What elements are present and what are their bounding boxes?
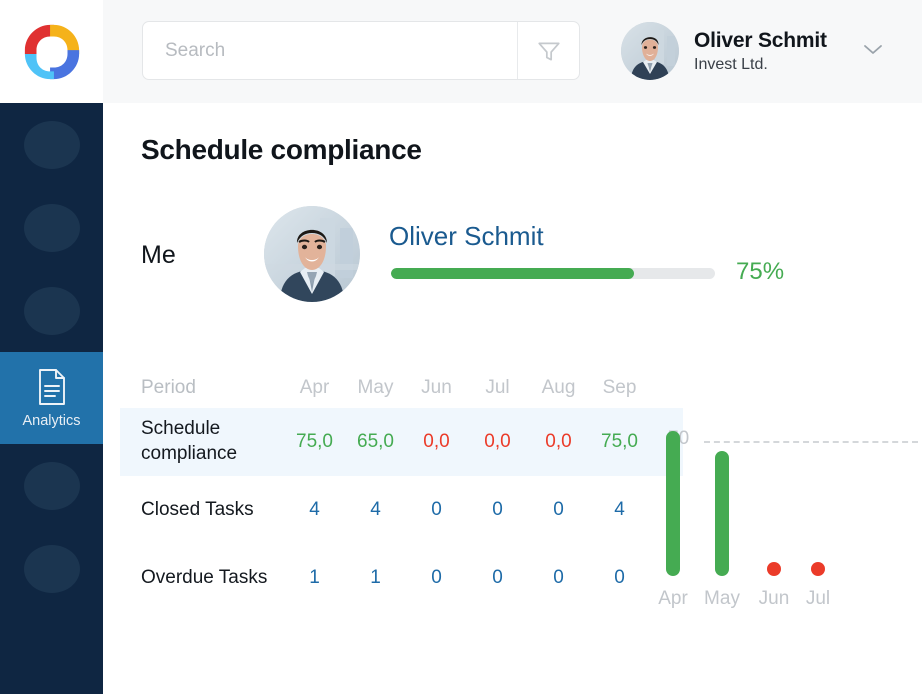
sidebar-item-6[interactable] (0, 527, 103, 610)
compliance-bar-chart: 70 AprMayJunJul (658, 368, 918, 618)
search-input[interactable] (143, 22, 517, 79)
me-label: Me (141, 241, 176, 269)
cell-value: 0 (431, 567, 442, 588)
column-header-aug: Aug (541, 377, 576, 398)
person-avatar (264, 206, 360, 302)
table-row[interactable]: Schedule compliance 75,0 65,0 0,0 0,0 0,… (120, 408, 683, 476)
cell-value: 75,0 (296, 431, 333, 452)
chart-plot-area: Apr May Jun Jul (658, 368, 918, 618)
cell-value: 75,0 (601, 431, 638, 452)
placeholder-icon (23, 461, 80, 510)
cell-value: 0 (553, 567, 564, 588)
progress-percent: 75% (736, 258, 785, 285)
cell-value: 0,0 (545, 431, 572, 452)
user-name: Oliver Schmit (694, 28, 827, 52)
logo-cell[interactable] (0, 0, 103, 103)
sidebar-item-2[interactable] (0, 186, 103, 269)
sidebar-item-5[interactable] (0, 444, 103, 527)
filter-button[interactable] (517, 22, 579, 79)
user-org: Invest Ltd. (694, 55, 768, 73)
chart-x-label: Apr (658, 588, 688, 609)
cell-value: 0 (553, 499, 564, 520)
top-bar: Oliver Schmit Invest Ltd. (0, 0, 922, 103)
main-content: Schedule compliance Me Oliver Schmit 75%… (103, 103, 922, 694)
cell-value: 1 (370, 567, 381, 588)
person-avatar-photo (264, 206, 360, 302)
sidebar-item-1[interactable] (0, 103, 103, 186)
sidebar-item-3[interactable] (0, 269, 103, 352)
document-report-icon (38, 368, 65, 405)
column-header-jun: Jun (421, 377, 452, 398)
row-label: Schedule compliance (141, 418, 238, 464)
cell-value: 0 (431, 499, 442, 520)
progress-track (391, 268, 715, 279)
person-name: Oliver Schmit (389, 221, 544, 251)
cell-value: 0 (614, 567, 625, 588)
user-menu[interactable]: Oliver Schmit Invest Ltd. (621, 22, 884, 80)
user-text: Oliver Schmit Invest Ltd. (694, 29, 827, 74)
search-box[interactable] (142, 21, 580, 80)
sidebar: Analytics (0, 103, 103, 694)
table-row[interactable]: Overdue Tasks 1 1 0 0 0 0 (120, 544, 683, 612)
chart-zero-dot (811, 562, 825, 576)
chart-x-label: Jul (805, 588, 831, 609)
column-header-apr: Apr (299, 377, 330, 398)
cell-value: 4 (614, 499, 625, 520)
placeholder-icon (23, 120, 80, 169)
column-header-may: May (357, 377, 394, 398)
column-header-jul: Jul (485, 377, 510, 398)
cell-value: 4 (309, 499, 320, 520)
placeholder-icon (23, 203, 80, 252)
chart-zero-dot (767, 562, 781, 576)
cell-value: 0 (492, 499, 503, 520)
row-label: Overdue Tasks (141, 566, 268, 588)
chevron-down-icon[interactable] (862, 42, 884, 61)
table-row[interactable]: Closed Tasks 4 4 0 0 0 4 (120, 476, 683, 544)
sidebar-item-analytics[interactable]: Analytics (0, 352, 103, 444)
cell-value: 4 (370, 499, 381, 520)
sidebar-item-label: Analytics (22, 412, 81, 429)
page-title: Schedule compliance (141, 134, 422, 165)
row-label: Closed Tasks (141, 498, 254, 520)
chart-bar (666, 431, 680, 576)
chart-x-label: May (704, 588, 740, 609)
column-header-period: Period (141, 376, 196, 398)
filter-funnel-icon (537, 42, 560, 61)
cell-value: 65,0 (357, 431, 394, 452)
chart-x-label: Jun (758, 588, 790, 609)
cell-value: 1 (309, 567, 320, 588)
placeholder-icon (23, 286, 80, 335)
placeholder-icon (23, 544, 80, 593)
avatar (621, 22, 679, 80)
progress-fill (391, 268, 634, 279)
user-avatar-photo (621, 22, 679, 80)
cell-value: 0,0 (423, 431, 450, 452)
chart-bar (715, 451, 729, 576)
pinwheel-logo (24, 24, 79, 79)
metrics-table: Period Apr May Jun Jul Aug Sep Schedule … (120, 368, 683, 612)
cell-value: 0 (492, 567, 503, 588)
app-root: Oliver Schmit Invest Ltd. (0, 0, 922, 694)
me-summary-row: Me Oliver Schmit 75% (141, 206, 881, 302)
cell-value: 0,0 (484, 431, 511, 452)
table-header-row: Period Apr May Jun Jul Aug Sep (120, 368, 683, 408)
column-header-sep: Sep (602, 377, 637, 398)
